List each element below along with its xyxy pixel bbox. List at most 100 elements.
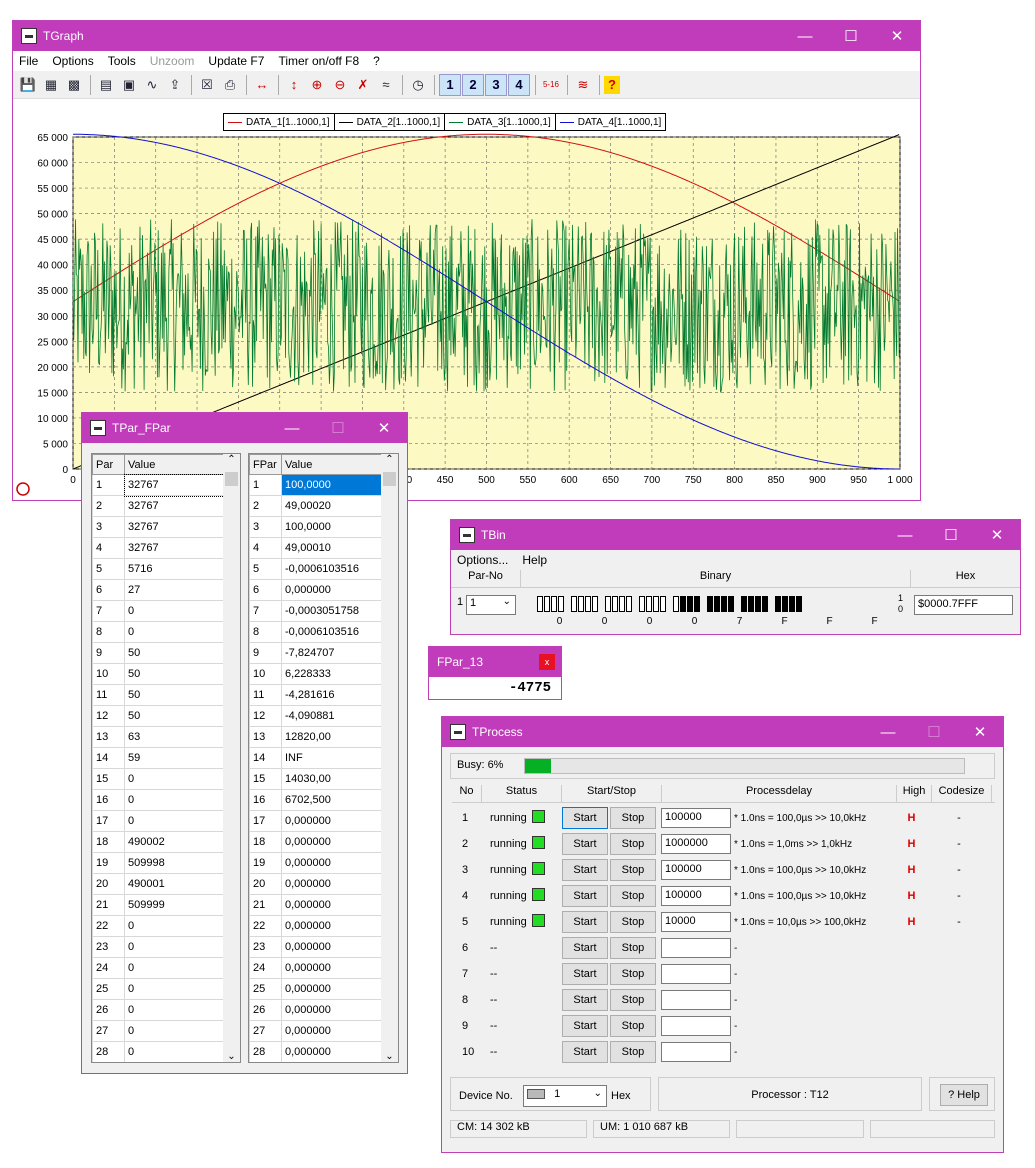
par-value[interactable]: 0 (124, 999, 224, 1021)
timer-clock-icon[interactable] (16, 482, 30, 496)
table-row[interactable]: 23 0 (92, 936, 224, 958)
bit-toggle[interactable] (558, 596, 564, 612)
par-value[interactable]: 0 (124, 936, 224, 958)
stop-button[interactable]: Stop (610, 989, 656, 1011)
stop-button[interactable]: Stop (610, 833, 656, 855)
par-value[interactable]: 0 (124, 768, 224, 790)
par-value[interactable]: 32767 (124, 495, 224, 517)
processdelay-input[interactable]: 100000 (661, 860, 731, 880)
table-row[interactable]: 6 0,000000 (249, 579, 382, 601)
table-row[interactable]: 26 0,000000 (249, 999, 382, 1021)
table-row[interactable]: 5 -0,0006103516 (249, 558, 382, 580)
table-row[interactable]: 20 490001 (92, 873, 224, 895)
maximize-button[interactable]: ☐ (928, 526, 974, 544)
table-row[interactable]: 11 50 (92, 684, 224, 706)
menu-item[interactable]: ? (373, 54, 380, 68)
menu-options[interactable]: Options... (457, 553, 508, 567)
fpar-value[interactable]: 0,000000 (281, 810, 382, 832)
table-row[interactable]: 2 32767 (92, 495, 224, 517)
scrollbar[interactable]: ⌃ ⌄ (381, 454, 398, 1062)
table-row[interactable]: 12 -4,090881 (249, 705, 382, 727)
fpar-value[interactable]: 0,000000 (281, 978, 382, 1000)
table-row[interactable]: 27 0,000000 (249, 1020, 382, 1042)
table-row[interactable]: 6 27 (92, 579, 224, 601)
bit-toggle[interactable] (619, 596, 625, 612)
fpar-value[interactable]: 0,000000 (281, 1020, 382, 1042)
start-button[interactable]: Start (562, 937, 608, 959)
fpar-value[interactable]: 12820,00 (281, 726, 382, 748)
scroll-up-icon[interactable]: ⌃ (381, 454, 398, 465)
close-button[interactable]: ✕ (361, 419, 407, 437)
channel-1-button[interactable]: 1 (439, 73, 461, 96)
table-row[interactable]: 70 (92, 600, 224, 622)
fpar-value[interactable]: -7,824707 (281, 642, 382, 664)
processdelay-input[interactable]: 10000 (661, 912, 731, 932)
fpar-value[interactable]: -0,0003051758 (281, 600, 382, 622)
bit-toggle[interactable] (796, 596, 802, 612)
processdelay-input[interactable] (661, 1042, 731, 1062)
fpar-value[interactable]: INF (281, 747, 382, 769)
menu-item[interactable]: Update F7 (208, 54, 264, 68)
scroll-down-icon[interactable]: ⌄ (223, 1051, 240, 1062)
waves-icon[interactable]: ≋ (572, 74, 594, 96)
bit-toggle[interactable] (741, 596, 747, 612)
channel-4-button[interactable]: 4 (508, 73, 530, 96)
stop-button[interactable]: Stop (610, 807, 656, 829)
table-row[interactable]: 13 63 (92, 726, 224, 748)
fpar-value[interactable]: 0,000000 (281, 579, 382, 601)
fpar-value[interactable]: -0,0006103516 (281, 558, 382, 580)
bit-toggle[interactable] (626, 596, 632, 612)
bit-toggle[interactable] (605, 596, 611, 612)
par-header[interactable]: Par (92, 454, 125, 475)
par-value[interactable]: 0 (124, 621, 224, 643)
table-row[interactable]: 28 0 (92, 1041, 224, 1062)
table-row[interactable]: 10 6,228333 (249, 663, 382, 685)
bit-toggle[interactable] (728, 596, 734, 612)
close-icon[interactable]: x (539, 654, 555, 670)
processdelay-input[interactable]: 1000000 (661, 834, 731, 854)
menu-item[interactable]: Timer on/off F8 (278, 54, 359, 68)
calc-icon[interactable]: ▩ (63, 74, 85, 96)
scroll-thumb[interactable] (225, 472, 238, 486)
device-select[interactable]: 1 ⌄ (523, 1085, 607, 1107)
par-value[interactable]: 0 (124, 789, 224, 811)
par-value[interactable]: 59 (124, 747, 224, 769)
table-row[interactable]: 18 0,000000 (249, 831, 382, 853)
table-row[interactable]: 15 0 (92, 768, 224, 790)
par-value[interactable]: 63 (124, 726, 224, 748)
fvalue-header[interactable]: Value (281, 454, 382, 475)
table-row[interactable]: 24 0 (92, 957, 224, 979)
bit-toggle[interactable] (707, 596, 713, 612)
table-row[interactable]: 14 59 (92, 747, 224, 769)
bit-toggle[interactable] (592, 596, 598, 612)
bit-toggle[interactable] (775, 596, 781, 612)
table-row[interactable]: 8 -0,0006103516 (249, 621, 382, 643)
start-button[interactable]: Start (562, 989, 608, 1011)
table-row[interactable]: 25 0,000000 (249, 978, 382, 1000)
par-value[interactable]: 32767 (124, 516, 224, 538)
table-row[interactable]: 10 50 (92, 663, 224, 685)
table-row[interactable]: 20 0,000000 (249, 873, 382, 895)
table-row[interactable]: 80 (92, 621, 224, 643)
start-button[interactable]: Start (562, 1041, 608, 1063)
table-row[interactable]: 28 0,000000 (249, 1041, 382, 1062)
bit-toggle[interactable] (721, 596, 727, 612)
bit-toggle[interactable] (571, 596, 577, 612)
table-row[interactable]: 1 100,0000 (249, 474, 382, 496)
table-row[interactable]: 9 50 (92, 642, 224, 664)
start-button[interactable]: Start (562, 1015, 608, 1037)
close-button[interactable]: ✕ (974, 526, 1020, 544)
maximize-button[interactable]: ☐ (828, 27, 874, 45)
table-row[interactable]: 13 12820,00 (249, 726, 382, 748)
fpar-header[interactable]: FPar (249, 454, 282, 475)
bit-toggle[interactable] (714, 596, 720, 612)
processdelay-input[interactable]: 100000 (661, 808, 731, 828)
close-button[interactable]: ✕ (874, 27, 920, 45)
table-row[interactable]: 9 -7,824707 (249, 642, 382, 664)
processdelay-input[interactable] (661, 1016, 731, 1036)
par-value[interactable]: 0 (124, 1020, 224, 1042)
table-row[interactable]: 16 0 (92, 789, 224, 811)
bit-toggle[interactable] (687, 596, 693, 612)
bit-toggle[interactable] (694, 596, 700, 612)
stop-button[interactable]: Stop (610, 937, 656, 959)
